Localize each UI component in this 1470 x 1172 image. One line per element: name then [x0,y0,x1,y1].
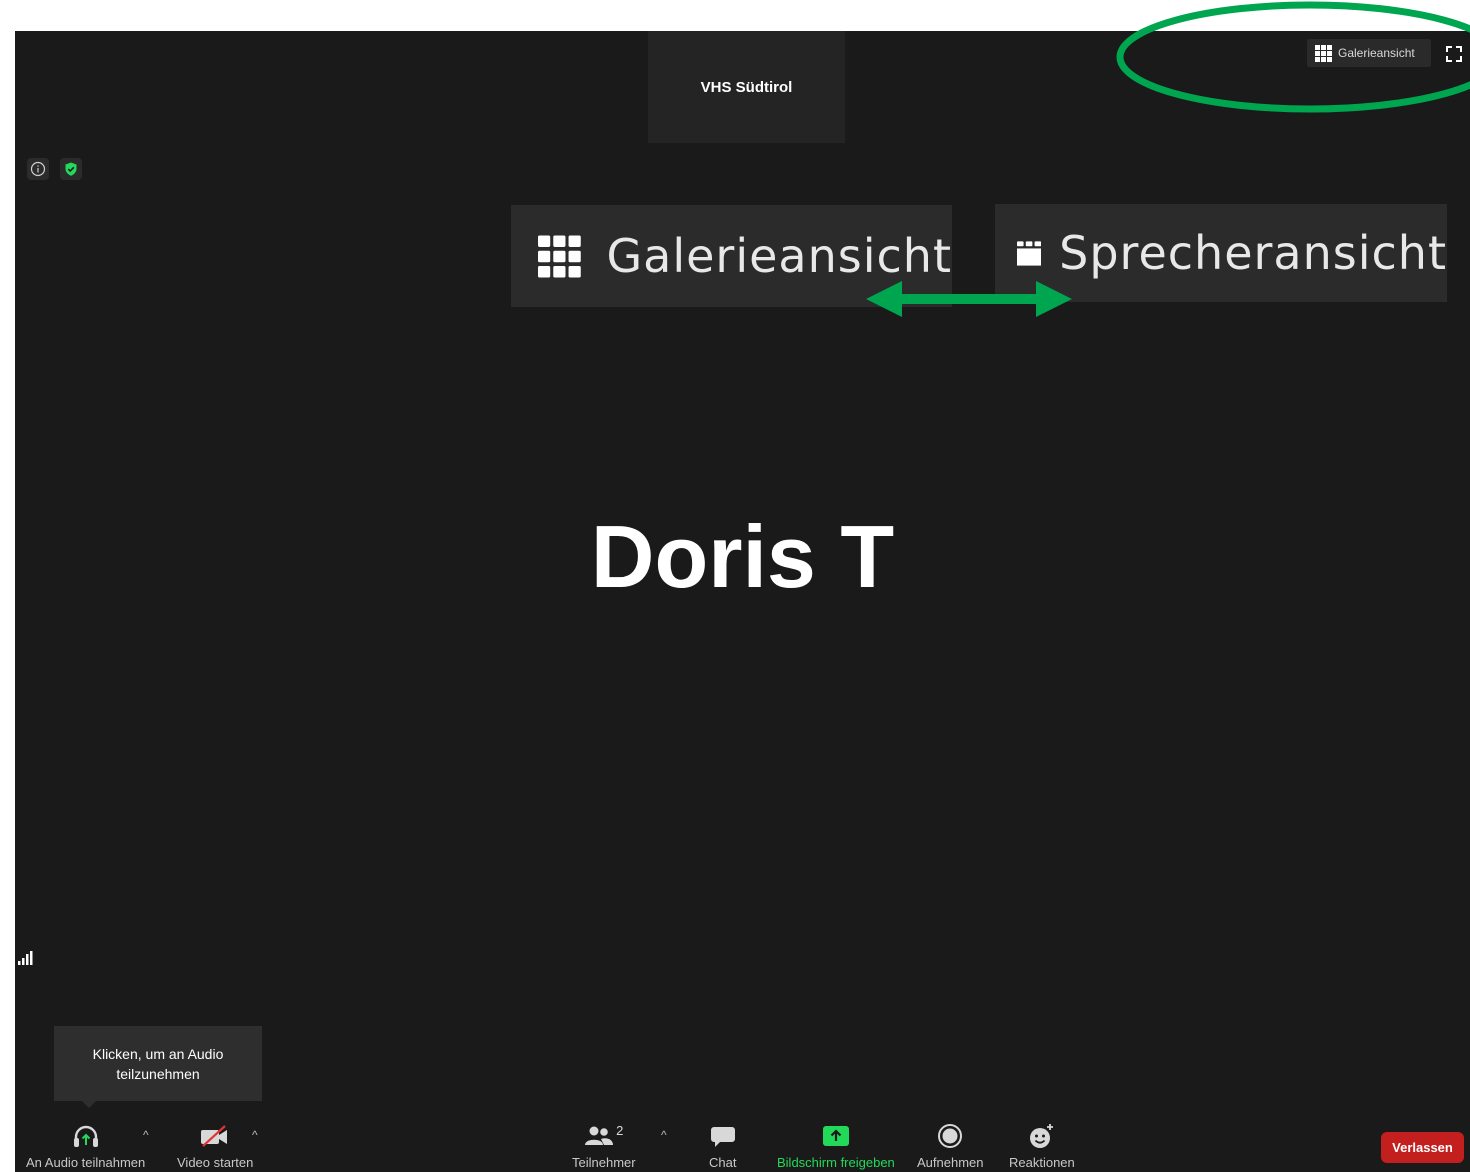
participants-icon [585,1126,614,1145]
reactions-label: Reaktionen [1009,1155,1075,1170]
gallery-view-label: Galerieansicht [1338,46,1415,60]
fullscreen-icon[interactable] [1443,43,1465,65]
headphones-icon [72,1123,100,1149]
info-icon[interactable] [27,158,49,180]
speaker-view-tile[interactable]: Sprecheransicht [995,204,1447,302]
reactions-button[interactable]: Reaktionen [1009,1123,1075,1170]
gallery-view-tile[interactable]: Galerieansicht [511,205,952,307]
signal-icon[interactable] [17,950,35,971]
join-audio-label: An Audio teilnahmen [26,1155,146,1170]
reactions-icon [1028,1123,1056,1149]
meeting-info-icons [27,158,82,180]
meeting-window: VHS Südtirol Galerieansicht Galerieansic… [15,31,1470,1172]
video-off-icon [200,1123,230,1149]
record-icon [937,1123,963,1149]
participants-count: 2 [616,1123,624,1138]
tooltip-line-2: teilzunehmen [116,1065,200,1082]
share-screen-button[interactable]: Bildschirm freigeben [777,1123,895,1170]
record-label: Aufnehmen [917,1155,984,1170]
join-audio-button[interactable]: An Audio teilnahmen [26,1123,145,1170]
chat-label: Chat [709,1155,737,1170]
chat-bubble-icon [710,1123,736,1149]
gallery-view-tile-label: Galerieansicht [606,229,952,283]
speaker-view-tile-label: Sprecheransicht [1059,226,1447,280]
tooltip-line-1: Klicken, um an Audio [92,1045,224,1062]
grid-icon [538,235,581,277]
audio-tooltip: Klicken, um an Audio teilzunehmen [54,1026,262,1108]
participant-name: Doris T [590,507,895,606]
audio-options-caret[interactable]: ^ [143,1128,149,1142]
shield-icon[interactable] [60,158,82,180]
record-button[interactable]: Aufnehmen [917,1123,984,1170]
host-name: VHS Südtirol [700,78,793,96]
participants-label: Teilnehmer [572,1155,636,1170]
speaker-view-icon [1017,240,1042,266]
participants-button[interactable]: 2 Teilnehmer [572,1123,636,1170]
active-speaker-tile[interactable]: VHS Südtirol [648,31,845,143]
participants-options-caret[interactable]: ^ [661,1128,667,1142]
gallery-view-button[interactable]: Galerieansicht [1307,39,1431,67]
share-screen-icon [822,1123,850,1149]
start-video-label: Video starten [177,1155,254,1170]
start-video-button[interactable]: Video starten [177,1123,253,1170]
video-options-caret[interactable]: ^ [252,1128,258,1142]
share-screen-label: Bildschirm freigeben [777,1155,895,1170]
leave-meeting-button[interactable]: Verlassen [1381,1132,1464,1163]
grid-icon [1315,44,1332,62]
chat-button[interactable]: Chat [709,1123,736,1170]
